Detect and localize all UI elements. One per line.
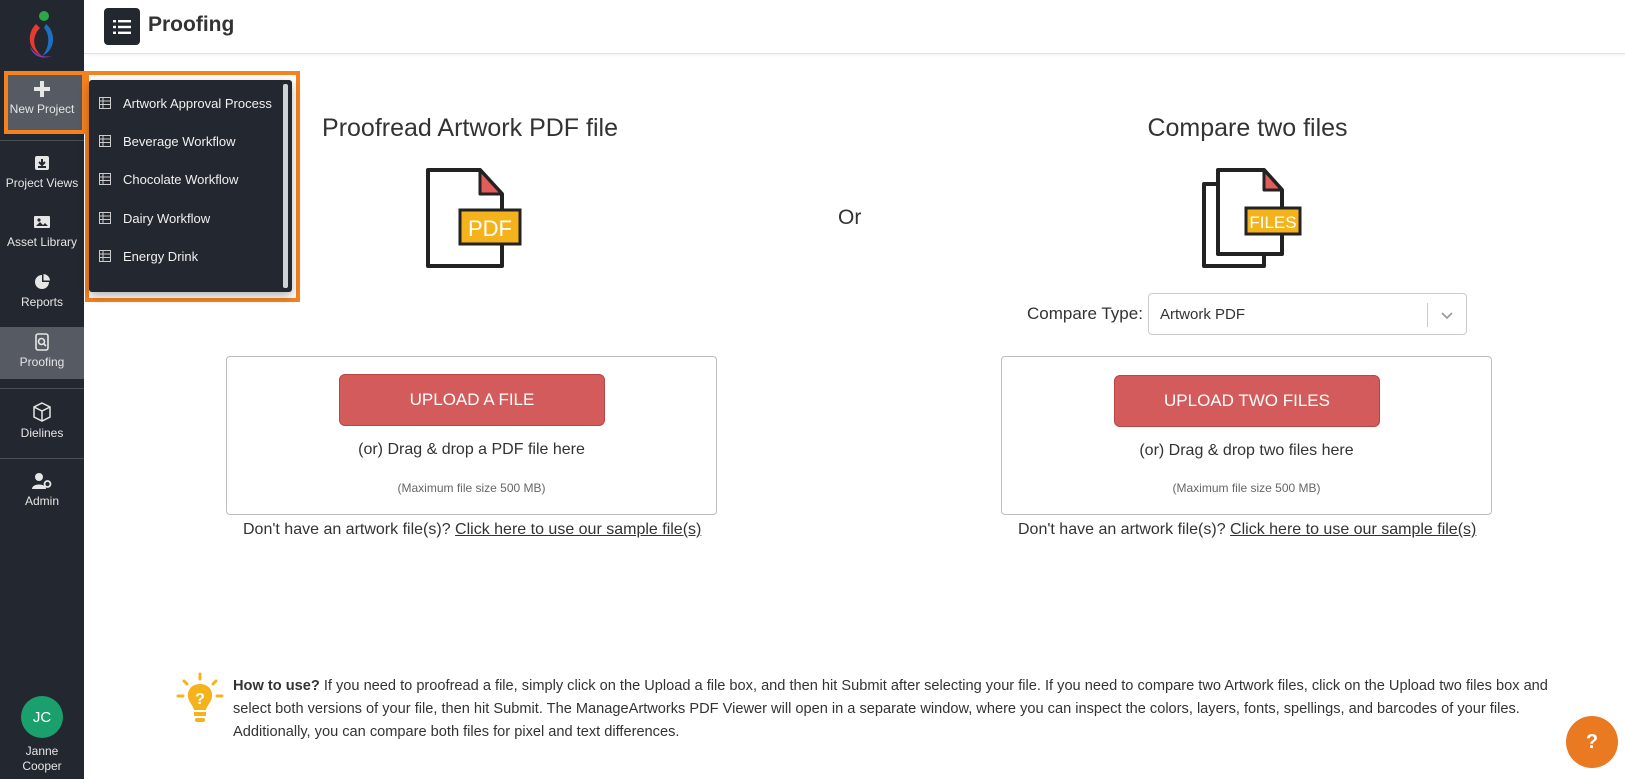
sidebar: New Project Project Views Asset Library … <box>0 0 86 779</box>
files-icon: FILES <box>1202 168 1302 268</box>
sidebar-item-new-project[interactable]: New Project <box>0 80 84 138</box>
sidebar-item-label: Proofing <box>19 355 65 369</box>
max-size-text: (Maximum file size 500 MB) <box>1172 481 1321 495</box>
menu-item-label: Dairy Workflow <box>123 210 211 226</box>
sidebar-item-project-views[interactable]: Project Views <box>0 154 84 212</box>
image-icon <box>34 216 50 228</box>
compare-title: Compare two files <box>1147 114 1348 142</box>
how-to-heading: How to use? <box>233 678 320 694</box>
files-icon-label: FILES <box>1249 213 1296 232</box>
table-icon <box>99 250 111 262</box>
document-search-icon <box>35 333 49 351</box>
sidebar-item-label: Dielines <box>20 426 64 440</box>
menu-item-beverage-workflow[interactable]: Beverage Workflow <box>99 130 235 152</box>
compare-type-value: Artwork PDF <box>1160 306 1246 323</box>
table-icon <box>99 97 111 109</box>
menu-item-energy-drink[interactable]: Energy Drink <box>99 245 198 267</box>
sample-file-link[interactable]: Click here to use our sample file(s) <box>1230 521 1476 538</box>
menu-item-label: Chocolate Workflow <box>123 171 239 187</box>
drag-drop-text: (or) Drag & drop a PDF file here <box>358 441 585 458</box>
compare-type-label: Compare Type: <box>1027 304 1143 323</box>
chevron-down-icon[interactable] <box>1440 308 1454 322</box>
sidebar-item-admin[interactable]: Admin <box>0 472 84 530</box>
menu-item-label: Energy Drink <box>123 248 199 264</box>
sample-file-text: Don't have an artwork file(s)? Click her… <box>1018 521 1476 539</box>
sidebar-item-asset-library[interactable]: Asset Library <box>0 213 84 271</box>
archive-icon <box>35 156 49 170</box>
sidebar-divider <box>0 388 84 389</box>
sidebar-divider <box>0 458 84 459</box>
user-name: Janne Cooper <box>0 744 84 774</box>
menu-item-dairy-workflow[interactable]: Dairy Workflow <box>99 207 210 229</box>
user-first-name: Janne <box>25 744 59 758</box>
table-icon <box>99 135 111 147</box>
top-header: Proofing <box>84 0 1625 54</box>
help-button[interactable]: ? <box>1566 716 1618 768</box>
pdf-file-icon: PDF <box>426 168 522 268</box>
avatar[interactable]: JC <box>21 696 63 738</box>
app-logo[interactable] <box>22 10 62 62</box>
sidebar-item-dielines[interactable]: Dielines <box>0 402 84 460</box>
sample-file-text: Don't have an artwork file(s)? Click her… <box>243 521 701 539</box>
table-icon <box>99 173 111 185</box>
sample-prefix: Don't have an artwork file(s)? <box>1018 521 1226 538</box>
compare-type-select[interactable]: Artwork PDF <box>1148 293 1467 335</box>
svg-text:?: ? <box>195 691 205 708</box>
sample-prefix: Don't have an artwork file(s)? <box>243 521 451 538</box>
upload-file-button[interactable]: UPLOAD A FILE <box>339 374 605 426</box>
pie-chart-icon <box>35 274 50 289</box>
lightbulb-icon: ? <box>176 672 224 722</box>
sidebar-divider <box>0 140 84 141</box>
sidebar-item-label: New Project <box>9 102 75 116</box>
or-separator: Or <box>838 206 862 229</box>
max-size-text: (Maximum file size 500 MB) <box>397 481 546 495</box>
sidebar-item-label: Reports <box>20 295 64 309</box>
sample-file-link[interactable]: Click here to use our sample file(s) <box>455 521 701 538</box>
upload-two-files-dropzone[interactable]: UPLOAD TWO FILES (or) Drag & drop two fi… <box>1001 356 1492 515</box>
menu-item-artwork-approval[interactable]: Artwork Approval Process <box>99 92 272 114</box>
list-icon <box>113 19 131 34</box>
drag-drop-text: (or) Drag & drop two files here <box>1139 442 1354 459</box>
menu-item-label: Beverage Workflow <box>123 133 236 149</box>
table-icon <box>99 212 111 224</box>
sidebar-item-proofing[interactable]: Proofing <box>0 327 84 379</box>
sidebar-item-label: Admin <box>24 494 59 508</box>
select-divider <box>1427 303 1428 327</box>
user-gear-icon <box>32 473 52 489</box>
sidebar-item-reports[interactable]: Reports <box>0 273 84 331</box>
menu-toggle-button[interactable] <box>104 8 140 45</box>
page-title: Proofing <box>148 13 235 36</box>
sidebar-item-label: Project Views <box>5 176 79 190</box>
user-last-name: Cooper <box>22 759 62 773</box>
how-to-use-text: How to use? If you need to proofread a f… <box>233 675 1553 744</box>
new-project-dropdown: Artwork Approval Process Beverage Workfl… <box>89 80 292 292</box>
sidebar-item-label: Asset Library <box>6 235 78 249</box>
proofread-title: Proofread Artwork PDF file <box>322 114 618 142</box>
menu-item-label: Artwork Approval Process <box>123 95 272 111</box>
upload-two-files-button[interactable]: UPLOAD TWO FILES <box>1114 375 1380 427</box>
pdf-icon-label: PDF <box>468 216 512 241</box>
menu-item-chocolate-workflow[interactable]: Chocolate Workflow <box>99 168 238 190</box>
box-icon <box>33 402 51 422</box>
plus-icon <box>34 81 50 97</box>
how-to-body: If you need to proofread a file, simply … <box>233 678 1548 740</box>
upload-file-dropzone[interactable]: UPLOAD A FILE (or) Drag & drop a PDF fil… <box>226 356 717 515</box>
